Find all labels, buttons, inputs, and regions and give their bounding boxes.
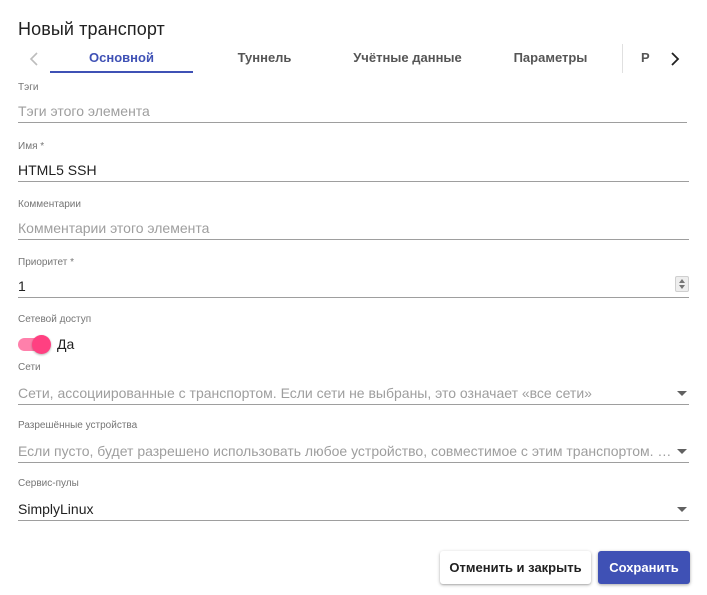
comments-label: Комментарии [18, 199, 81, 210]
tags-label: Тэги [18, 82, 39, 93]
name-field: Имя * HTML5 SSH [18, 141, 689, 182]
net-access-toggle-label: Да [57, 336, 75, 352]
tab-bar: Основной Туннель Учётные данные Параметр… [18, 44, 691, 73]
service-pools-select[interactable]: SimplyLinux [18, 498, 689, 521]
networks-placeholder: Сети, ассоциированные с транспортом. Есл… [18, 385, 592, 401]
service-pools-label: Сервис-пулы [18, 478, 79, 489]
name-input[interactable]: HTML5 SSH [18, 159, 689, 182]
net-access-label: Сетевой доступ [18, 314, 92, 325]
net-access-toggle-row: Да [18, 333, 74, 355]
toggle-thumb [32, 335, 51, 354]
tags-field: Тэги Тэги этого элемента [18, 82, 687, 123]
tab-main[interactable]: Основной [50, 44, 193, 73]
new-transport-dialog: Новый транспорт Основной Туннель Учётные… [0, 0, 707, 595]
comments-input[interactable]: Комментарии этого элемента [18, 217, 689, 240]
priority-input[interactable]: 1 [18, 275, 689, 298]
net-access-toggle[interactable] [18, 334, 51, 354]
dialog-title: Новый транспорт [18, 19, 165, 39]
net-access-field: Сетевой доступ [18, 314, 689, 326]
comments-field: Комментарии Комментарии этого элемента [18, 199, 689, 240]
allowed-devices-select[interactable]: Если пусто, будет разрешено использовать… [18, 440, 689, 463]
dropdown-arrow-icon [677, 507, 687, 512]
allowed-devices-label: Разрешённые устройства [18, 420, 138, 431]
priority-label: Приоритет * [18, 257, 74, 268]
priority-value: 1 [18, 278, 26, 294]
stepper-down-icon[interactable] [679, 285, 685, 289]
tab-list: Основной Туннель Учётные данные Параметр… [50, 44, 659, 73]
dropdown-arrow-icon [677, 391, 687, 396]
allowed-devices-field: Разрешённые устройства Если пусто, будет… [18, 420, 689, 463]
allowed-devices-placeholder: Если пусто, будет разрешено использовать… [18, 443, 672, 459]
tab-partial[interactable]: Р [622, 44, 659, 73]
comments-placeholder: Комментарии этого элемента [18, 220, 210, 236]
save-button[interactable]: Сохранить [598, 551, 690, 584]
tabs-prev-button[interactable] [18, 44, 50, 73]
name-value: HTML5 SSH [18, 162, 97, 178]
networks-select[interactable]: Сети, ассоциированные с транспортом. Есл… [18, 382, 689, 405]
chevron-right-icon [671, 51, 680, 66]
tab-credentials[interactable]: Учётные данные [336, 44, 479, 73]
service-pools-value: SimplyLinux [18, 501, 94, 517]
priority-field: Приоритет * 1 [18, 257, 689, 298]
networks-field: Сети Сети, ассоциированные с транспортом… [18, 362, 689, 405]
stepper-up-icon[interactable] [679, 279, 685, 283]
tabs-next-button[interactable] [659, 44, 691, 73]
cancel-and-close-button[interactable]: Отменить и закрыть [440, 551, 591, 584]
chevron-left-icon [29, 51, 38, 66]
priority-stepper[interactable] [675, 276, 689, 292]
name-label: Имя * [18, 141, 45, 152]
service-pools-field: Сервис-пулы SimplyLinux [18, 478, 689, 521]
dropdown-arrow-icon [677, 449, 687, 454]
tags-input[interactable]: Тэги этого элемента [18, 100, 687, 123]
tags-placeholder: Тэги этого элемента [18, 103, 150, 119]
networks-label: Сети [18, 362, 41, 373]
tab-tunnel[interactable]: Туннель [193, 44, 336, 73]
tab-parameters[interactable]: Параметры [479, 44, 622, 73]
